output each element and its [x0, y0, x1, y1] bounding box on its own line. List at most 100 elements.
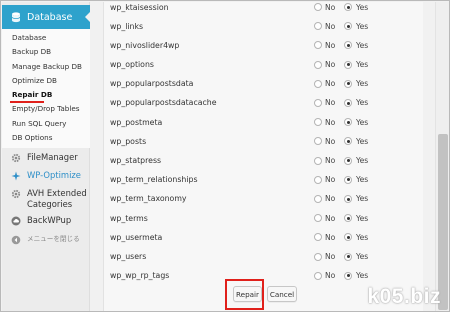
sparkle-icon: [11, 171, 21, 181]
no-radio[interactable]: [314, 271, 322, 280]
yes-label: Yes: [356, 194, 369, 204]
submenu-item-label: Repair DB: [12, 90, 53, 100]
table-name: wp_popularpostsdatacache: [110, 98, 217, 108]
sidebar-item-backwpup[interactable]: BackWPup: [2, 215, 90, 226]
scrollbar[interactable]: [435, 2, 449, 311]
no-radio[interactable]: [314, 41, 322, 50]
database-icon: [10, 11, 22, 23]
yes-label: Yes: [356, 213, 369, 223]
no-radio[interactable]: [314, 156, 322, 165]
yes-radio[interactable]: [344, 271, 352, 280]
no-radio[interactable]: [314, 137, 322, 146]
yes-radio[interactable]: [344, 194, 352, 203]
yes-radio[interactable]: [344, 22, 352, 31]
no-radio[interactable]: [314, 175, 322, 184]
no-radio[interactable]: [314, 118, 322, 127]
submenu-item-backup-db[interactable]: Backup DB: [2, 45, 90, 59]
table-row: wp_options No Yes: [104, 55, 424, 74]
yes-radio[interactable]: [344, 175, 352, 184]
table-name: wp_terms: [110, 213, 148, 223]
table-row: wp_popularpostsdatacache No Yes: [104, 93, 424, 112]
submenu-item-repair-db[interactable]: Repair DB: [2, 88, 90, 104]
table-row: wp_term_relationships No Yes: [104, 170, 424, 189]
collapse-menu-button[interactable]: メニューを閉じる: [2, 234, 90, 245]
yes-radio[interactable]: [344, 79, 352, 88]
sidebar-item-database[interactable]: Database: [2, 5, 90, 29]
table-name: wp_users: [110, 252, 147, 262]
no-radio[interactable]: [314, 79, 322, 88]
no-radio[interactable]: [314, 194, 322, 203]
sidebar-item-filemanager[interactable]: FileManager: [2, 152, 90, 163]
cloud-icon: [11, 216, 21, 226]
sidebar-item-label: AVH Extended Categories: [27, 188, 87, 209]
no-label: No: [325, 252, 336, 262]
current-menu-arrow: [85, 12, 90, 22]
no-radio[interactable]: [314, 233, 322, 242]
yes-radio[interactable]: [344, 118, 352, 127]
no-label: No: [325, 79, 336, 89]
yes-label: Yes: [356, 175, 369, 185]
submenu-item-optimize-db[interactable]: Optimize DB: [2, 74, 90, 88]
table-name: wp_postmeta: [110, 117, 163, 127]
table-row: wp_ktaisession No Yes: [104, 1, 424, 17]
no-label: No: [325, 175, 336, 185]
table-row: wp_popularpostsdata No Yes: [104, 74, 424, 93]
submenu-item-db-options[interactable]: DB Options: [2, 131, 90, 145]
table-row: wp_links No Yes: [104, 17, 424, 36]
sidebar-item-avh-extended-categories[interactable]: AVH Extended Categories: [2, 188, 90, 210]
submenu-item-empty-drop-tables[interactable]: Empty/Drop Tables: [2, 102, 90, 116]
gear-icon: [11, 153, 21, 163]
no-label: No: [325, 156, 336, 166]
screenshot-frame: Database Database Backup DB Manage Backu…: [0, 0, 450, 312]
sidebar-item-label: Database: [27, 11, 73, 23]
no-radio[interactable]: [314, 214, 322, 223]
sidebar-item-label: メニューを閉じる: [27, 235, 80, 243]
sidebar-item-label: WP-Optimize: [27, 170, 81, 180]
yes-radio[interactable]: [344, 214, 352, 223]
no-label: No: [325, 117, 336, 127]
table-name: wp_nivoslider4wp: [110, 40, 180, 50]
sidebar-item-label: BackWPup: [27, 215, 72, 225]
table-row: wp_terms No Yes: [104, 209, 424, 228]
table-row: wp_statpress No Yes: [104, 151, 424, 170]
table-name: wp_links: [110, 21, 144, 31]
submenu-item-database[interactable]: Database: [2, 31, 90, 45]
yes-label: Yes: [356, 232, 369, 242]
table-name: wp_statpress: [110, 156, 162, 166]
sidebar-item-label: FileManager: [27, 152, 78, 162]
no-label: No: [325, 271, 336, 281]
yes-radio[interactable]: [344, 252, 352, 261]
current-underline: [10, 101, 44, 104]
yes-label: Yes: [356, 40, 369, 50]
repair-tables-panel: wp_ktaisession No Yes wp_links No Yes wp_nivos…: [103, 1, 424, 311]
table-name: wp_options: [110, 60, 154, 70]
no-radio[interactable]: [314, 22, 322, 31]
no-radio[interactable]: [314, 98, 322, 107]
table-name: wp_ktaisession: [110, 2, 169, 12]
submenu-item-run-sql-query[interactable]: Run SQL Query: [2, 117, 90, 131]
table-row: wp_posts No Yes: [104, 132, 424, 151]
yes-label: Yes: [356, 21, 369, 31]
no-label: No: [325, 60, 336, 70]
no-label: No: [325, 2, 336, 12]
yes-radio[interactable]: [344, 156, 352, 165]
yes-radio[interactable]: [344, 3, 352, 11]
scrollbar-thumb[interactable]: [438, 134, 448, 310]
no-radio[interactable]: [314, 3, 322, 11]
yes-radio[interactable]: [344, 137, 352, 146]
yes-radio[interactable]: [344, 41, 352, 50]
no-radio[interactable]: [314, 252, 322, 261]
no-label: No: [325, 213, 336, 223]
yes-radio[interactable]: [344, 233, 352, 242]
no-label: No: [325, 232, 336, 242]
table-name: wp_posts: [110, 136, 147, 146]
sidebar-item-wp-optimize[interactable]: WP-Optimize: [2, 170, 90, 181]
no-label: No: [325, 40, 336, 50]
yes-radio[interactable]: [344, 98, 352, 107]
no-radio[interactable]: [314, 60, 322, 69]
database-submenu: Database Backup DB Manage Backup DB Opti…: [2, 29, 90, 149]
cancel-button[interactable]: Cancel: [267, 286, 297, 302]
submenu-item-manage-backup-db[interactable]: Manage Backup DB: [2, 60, 90, 74]
yes-radio[interactable]: [344, 60, 352, 69]
table-name: wp_term_relationships: [110, 175, 198, 185]
